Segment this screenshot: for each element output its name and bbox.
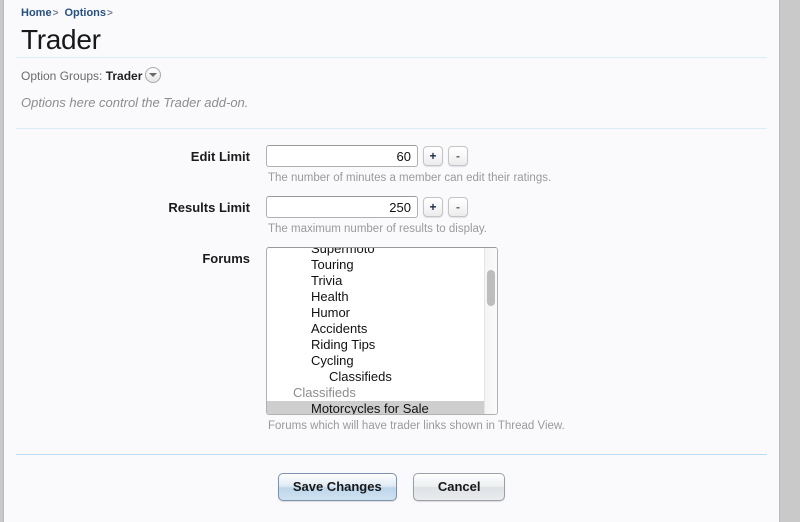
option-groups-label: Option Groups: <box>21 69 103 83</box>
breadcrumb-separator: > <box>107 8 113 19</box>
forums-option[interactable]: Supermoto <box>267 248 485 257</box>
forums-multiselect[interactable]: Supermoto Touring Trivia Health Humor Acciden… <box>266 247 498 415</box>
results-limit-decrement-button[interactable]: - <box>448 197 468 217</box>
edit-limit-increment-button[interactable]: + <box>423 146 443 166</box>
forums-option[interactable]: Touring <box>267 257 485 273</box>
page-title: Trader <box>21 24 101 55</box>
edit-limit-label: Edit Limit <box>190 149 250 164</box>
forums-option[interactable]: Accidents <box>267 321 485 337</box>
results-limit-label: Results Limit <box>168 200 250 215</box>
form-row-edit-limit: Edit Limit + - The number of minutes a m… <box>4 145 779 186</box>
forums-option[interactable]: Humor <box>267 305 485 321</box>
forums-scrollbar-thumb[interactable] <box>487 270 495 306</box>
chevron-down-circle-icon[interactable] <box>145 67 162 83</box>
save-changes-button[interactable]: Save Changes <box>277 473 397 501</box>
forums-scrollbar[interactable] <box>484 248 497 414</box>
breadcrumb-item-options[interactable]: Options <box>64 7 106 19</box>
forums-option[interactable]: Trivia <box>267 273 485 289</box>
edit-limit-decrement-button[interactable]: - <box>448 146 468 166</box>
form-row-forums: Forums Supermoto Touring Trivia Health Humor… <box>4 247 779 434</box>
forums-option[interactable]: Motorcycles for Sale <box>267 401 485 414</box>
breadcrumb-item-home[interactable]: Home <box>21 7 52 19</box>
forums-label: Forums <box>202 251 250 266</box>
option-groups-value[interactable]: Trader <box>106 69 143 83</box>
results-limit-increment-button[interactable]: + <box>423 197 443 217</box>
options-form: Edit Limit + - The number of minutes a m… <box>4 129 779 434</box>
forums-option[interactable]: Cycling <box>267 353 485 369</box>
results-limit-hint: The maximum number of results to display… <box>268 223 488 235</box>
results-limit-input[interactable] <box>266 196 418 218</box>
forums-option-list: Supermoto Touring Trivia Health Humor Acciden… <box>267 248 485 414</box>
edit-limit-hint: The number of minutes a member can edit … <box>268 172 552 184</box>
edit-limit-input[interactable] <box>266 145 418 167</box>
admin-page: Home> Options> Trader Option Groups: Tra… <box>3 0 780 522</box>
forums-option[interactable]: Riding Tips <box>267 337 485 353</box>
cancel-button[interactable]: Cancel <box>413 473 506 501</box>
form-row-results-limit: Results Limit + - The maximum number of … <box>4 196 779 237</box>
form-actions: Save Changes Cancel <box>4 455 779 501</box>
forums-hint: Forums which will have trader links show… <box>268 420 565 432</box>
forums-option[interactable]: Health <box>267 289 485 305</box>
breadcrumb: Home> Options> <box>4 0 779 21</box>
breadcrumb-separator: > <box>52 8 59 19</box>
option-groups-row: Option Groups: Trader <box>4 58 779 84</box>
forums-option-group-label: Classifieds <box>293 385 356 400</box>
forums-option[interactable]: Classifieds <box>267 369 485 385</box>
page-description: Options here control the Trader add-on. <box>21 95 249 110</box>
